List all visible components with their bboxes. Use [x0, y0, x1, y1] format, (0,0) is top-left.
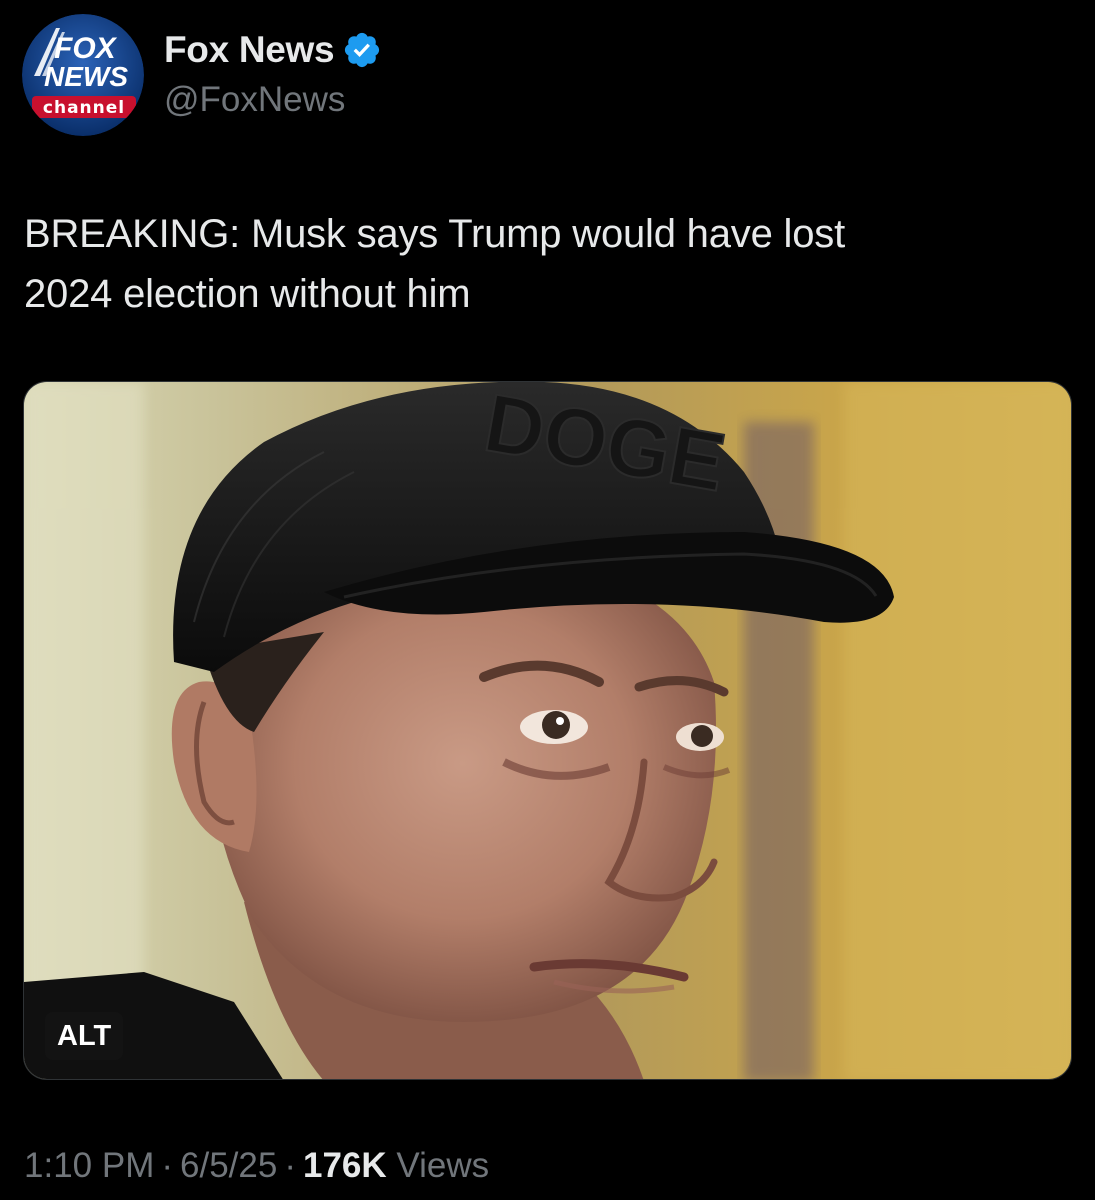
author-name-row: Fox News — [164, 28, 382, 72]
tweet-text: BREAKING: Musk says Trump would have los… — [24, 212, 845, 316]
photo-portrait: DOGE — [24, 382, 1071, 1079]
tweet-meta: 1:10 PM · 6/5/25 · 176K Views — [24, 1143, 489, 1189]
meta-separator: · — [161, 1146, 174, 1185]
views-count[interactable]: 176K — [303, 1146, 387, 1186]
fox-news-logo: FOX NEWS channel — [22, 14, 144, 136]
logo-text-middle: NEWS — [44, 61, 128, 92]
views-label[interactable]: Views — [396, 1146, 489, 1186]
verified-badge-icon — [342, 30, 382, 70]
tweet-time[interactable]: 1:10 PM — [24, 1146, 154, 1186]
author-display-name[interactable]: Fox News — [164, 29, 335, 71]
logo-text-bottom: channel — [43, 98, 125, 118]
meta-separator: · — [284, 1146, 296, 1185]
avatar[interactable]: FOX NEWS channel — [22, 14, 144, 136]
tweet-media-photo[interactable]: DOGE — [23, 381, 1072, 1080]
tweet-date[interactable]: 6/5/25 — [180, 1146, 277, 1186]
alt-text-badge[interactable]: ALT — [45, 1012, 124, 1060]
author-handle[interactable]: @FoxNews — [164, 80, 345, 120]
